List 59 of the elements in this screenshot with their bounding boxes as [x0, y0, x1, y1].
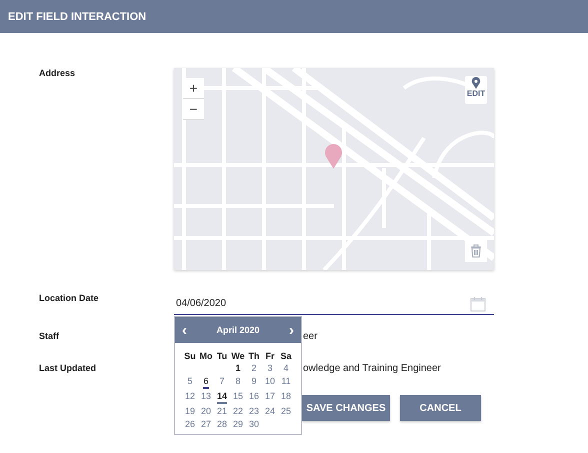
calendar-day[interactable]: 22: [232, 405, 243, 417]
calendar-day[interactable]: 21: [216, 405, 227, 417]
weekday-label: Sa: [279, 351, 292, 361]
month-title: April 2020: [216, 325, 260, 335]
calendar-day[interactable]: 27: [200, 418, 211, 430]
calendar-day[interactable]: 16: [248, 390, 259, 404]
dialog-title: EDIT FIELD INTERACTION: [8, 10, 146, 22]
calendar-day[interactable]: 11: [281, 375, 291, 389]
calendar-day[interactable]: 19: [184, 405, 195, 417]
trash-icon: [470, 244, 482, 258]
calendar-icon[interactable]: [470, 296, 486, 312]
map-drawing[interactable]: + − EDIT: [174, 68, 494, 270]
weekday-label: We: [230, 351, 246, 361]
calendar-day[interactable]: 20: [200, 405, 211, 417]
calendar-day[interactable]: 4: [283, 362, 288, 374]
weekday-label: Su: [183, 351, 197, 361]
calendar-day[interactable]: 14: [216, 390, 227, 404]
weekday-label: Th: [248, 351, 260, 361]
calendar-day[interactable]: 17: [264, 390, 275, 404]
weekday-label: Tu: [216, 351, 228, 361]
calendar-day[interactable]: 3: [267, 362, 272, 374]
weekday-label: Mo: [198, 351, 214, 361]
calendar-day[interactable]: 30: [248, 418, 259, 430]
calendar-day[interactable]: 2: [251, 362, 256, 374]
next-month-button[interactable]: ›: [286, 322, 297, 338]
cancel-button[interactable]: CANCEL: [400, 395, 481, 421]
zoom-out-button[interactable]: −: [183, 99, 204, 120]
field-value: eer: [303, 331, 318, 342]
date-input[interactable]: 04/06/2020: [174, 293, 494, 315]
calendar-day[interactable]: 1: [235, 362, 240, 374]
calendar-day[interactable]: 25: [280, 405, 291, 417]
calendar-day[interactable]: 26: [184, 418, 195, 430]
delete-button[interactable]: [465, 240, 487, 262]
calendar-day[interactable]: 28: [216, 418, 227, 430]
field-value: owledge and Training Engineer: [303, 363, 441, 374]
weekday-label: Fr: [264, 351, 276, 361]
calendar-day[interactable]: 6: [203, 375, 208, 389]
calendar-day[interactable]: 18: [280, 390, 291, 404]
map-pin-icon: [471, 77, 481, 89]
zoom-in-button[interactable]: +: [183, 78, 204, 99]
calendar-day[interactable]: 23: [248, 405, 259, 417]
field-label: Staff: [39, 331, 60, 341]
calendar-day[interactable]: 29: [232, 418, 243, 430]
calendar-day[interactable]: 15: [232, 390, 243, 404]
field-label: Location Date: [39, 293, 100, 305]
calendar-day[interactable]: 24: [264, 405, 275, 417]
calendar-day[interactable]: 7: [219, 375, 224, 389]
calendar-day[interactable]: 5: [187, 375, 192, 389]
calendar-day[interactable]: 13: [200, 390, 211, 404]
save-button[interactable]: SAVE CHANGES: [302, 395, 390, 421]
map-pin-icon: [324, 142, 343, 169]
calendar-day[interactable]: 8: [235, 375, 240, 389]
calendar-day[interactable]: 10: [264, 375, 275, 389]
edit-location-button[interactable]: EDIT: [465, 76, 487, 104]
field-label: Address: [39, 68, 76, 80]
calendar-day[interactable]: 12: [184, 390, 195, 404]
previous-month-button[interactable]: ‹: [179, 322, 190, 338]
calendar-day[interactable]: 9: [251, 375, 256, 389]
field-label: Last Updated: [39, 363, 98, 373]
